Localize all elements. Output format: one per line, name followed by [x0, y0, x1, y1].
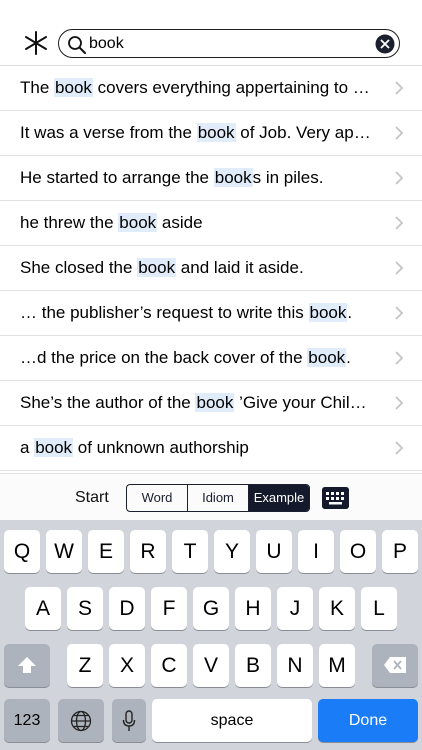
- key-u[interactable]: U: [256, 530, 292, 573]
- key-h[interactable]: H: [235, 587, 271, 630]
- search-icon: [68, 36, 86, 54]
- list-item[interactable]: …d the price on the back cover of the bo…: [0, 336, 422, 381]
- backspace-icon: [384, 657, 406, 673]
- keyboard-icon[interactable]: [322, 487, 349, 509]
- chevron-right-icon: [395, 441, 404, 455]
- key-g[interactable]: G: [193, 587, 229, 630]
- chevron-right-icon: [395, 216, 404, 230]
- result-text: She’s the author of the book ’Give your …: [20, 393, 367, 412]
- match-highlight: book: [137, 258, 177, 277]
- key-j[interactable]: J: [277, 587, 313, 630]
- key-c[interactable]: C: [151, 644, 187, 687]
- key-f[interactable]: F: [151, 587, 187, 630]
- list-item[interactable]: She’s the author of the book ’Give your …: [0, 381, 422, 426]
- key-w[interactable]: W: [46, 530, 82, 573]
- search-value[interactable]: book: [89, 35, 124, 53]
- key-a[interactable]: A: [25, 587, 61, 630]
- asterisk-icon[interactable]: [23, 30, 49, 56]
- match-highlight: book: [308, 303, 348, 322]
- segment-word[interactable]: Word: [127, 485, 187, 511]
- key-s[interactable]: S: [67, 587, 103, 630]
- key-b[interactable]: B: [235, 644, 271, 687]
- chevron-right-icon: [395, 396, 404, 410]
- shift-icon: [18, 657, 36, 673]
- done-key[interactable]: Done: [318, 699, 418, 742]
- clear-icon[interactable]: [375, 34, 395, 54]
- match-highlight: book: [213, 168, 253, 187]
- dictation-key[interactable]: [112, 699, 146, 742]
- chevron-right-icon: [395, 81, 404, 95]
- result-text: He started to arrange the books in piles…: [20, 168, 324, 187]
- chevron-right-icon: [395, 126, 404, 140]
- results-list: The book covers everything appertaining …: [0, 66, 422, 471]
- search-bar: book: [0, 0, 422, 66]
- key-x[interactable]: X: [109, 644, 145, 687]
- chevron-right-icon: [395, 261, 404, 275]
- search-mode-bar: Start Word Idiom Example: [0, 473, 422, 520]
- key-l[interactable]: L: [361, 587, 397, 630]
- chevron-right-icon: [395, 351, 404, 365]
- match-highlight: book: [307, 348, 347, 367]
- result-text: … the publisher’s request to write this …: [20, 303, 353, 322]
- list-item[interactable]: The book covers everything appertaining …: [0, 66, 422, 111]
- key-r[interactable]: R: [130, 530, 166, 573]
- key-m[interactable]: M: [319, 644, 355, 687]
- list-item[interactable]: he threw the book aside: [0, 201, 422, 246]
- numbers-key[interactable]: 123: [4, 699, 50, 742]
- match-highlight: book: [195, 393, 235, 412]
- globe-icon: [70, 710, 92, 732]
- result-text: a book of unknown authorship: [20, 438, 249, 457]
- list-item[interactable]: … the publisher’s request to write this …: [0, 291, 422, 336]
- key-k[interactable]: K: [319, 587, 355, 630]
- key-q[interactable]: Q: [4, 530, 40, 573]
- segment-example[interactable]: Example: [248, 485, 309, 511]
- key-z[interactable]: Z: [67, 644, 103, 687]
- shift-key[interactable]: [4, 644, 50, 687]
- search-input[interactable]: book: [58, 29, 400, 58]
- key-e[interactable]: E: [88, 530, 124, 573]
- globe-key[interactable]: [58, 699, 104, 742]
- key-o[interactable]: O: [340, 530, 376, 573]
- key-p[interactable]: P: [382, 530, 418, 573]
- key-v[interactable]: V: [193, 644, 229, 687]
- result-text: …d the price on the back cover of the bo…: [20, 348, 351, 367]
- microphone-icon: [122, 710, 136, 731]
- list-item[interactable]: a book of unknown authorship: [0, 426, 422, 471]
- keyboard: Q W E R T Y U I O P A S D F G H J K L Z …: [0, 520, 422, 750]
- start-button[interactable]: Start: [75, 489, 109, 507]
- match-highlight: book: [196, 123, 236, 142]
- chevron-right-icon: [395, 306, 404, 320]
- segment-idiom[interactable]: Idiom: [187, 485, 248, 511]
- space-key[interactable]: space: [152, 699, 312, 742]
- chevron-right-icon: [395, 171, 404, 185]
- key-y[interactable]: Y: [214, 530, 250, 573]
- mode-segmented-control: Word Idiom Example: [126, 484, 310, 512]
- backspace-key[interactable]: [372, 644, 418, 687]
- key-t[interactable]: T: [172, 530, 208, 573]
- match-highlight: book: [118, 213, 158, 232]
- match-highlight: book: [34, 438, 74, 457]
- list-item[interactable]: She closed the book and laid it aside.: [0, 246, 422, 291]
- result-text: She closed the book and laid it aside.: [20, 258, 304, 277]
- key-d[interactable]: D: [109, 587, 145, 630]
- key-i[interactable]: I: [298, 530, 334, 573]
- list-item[interactable]: He started to arrange the books in piles…: [0, 156, 422, 201]
- result-text: The book covers everything appertaining …: [20, 78, 370, 97]
- key-n[interactable]: N: [277, 644, 313, 687]
- result-text: he threw the book aside: [20, 213, 203, 232]
- list-item[interactable]: It was a verse from the book of Job. Ver…: [0, 111, 422, 156]
- match-highlight: book: [54, 78, 93, 97]
- result-text: It was a verse from the book of Job. Ver…: [20, 123, 371, 142]
